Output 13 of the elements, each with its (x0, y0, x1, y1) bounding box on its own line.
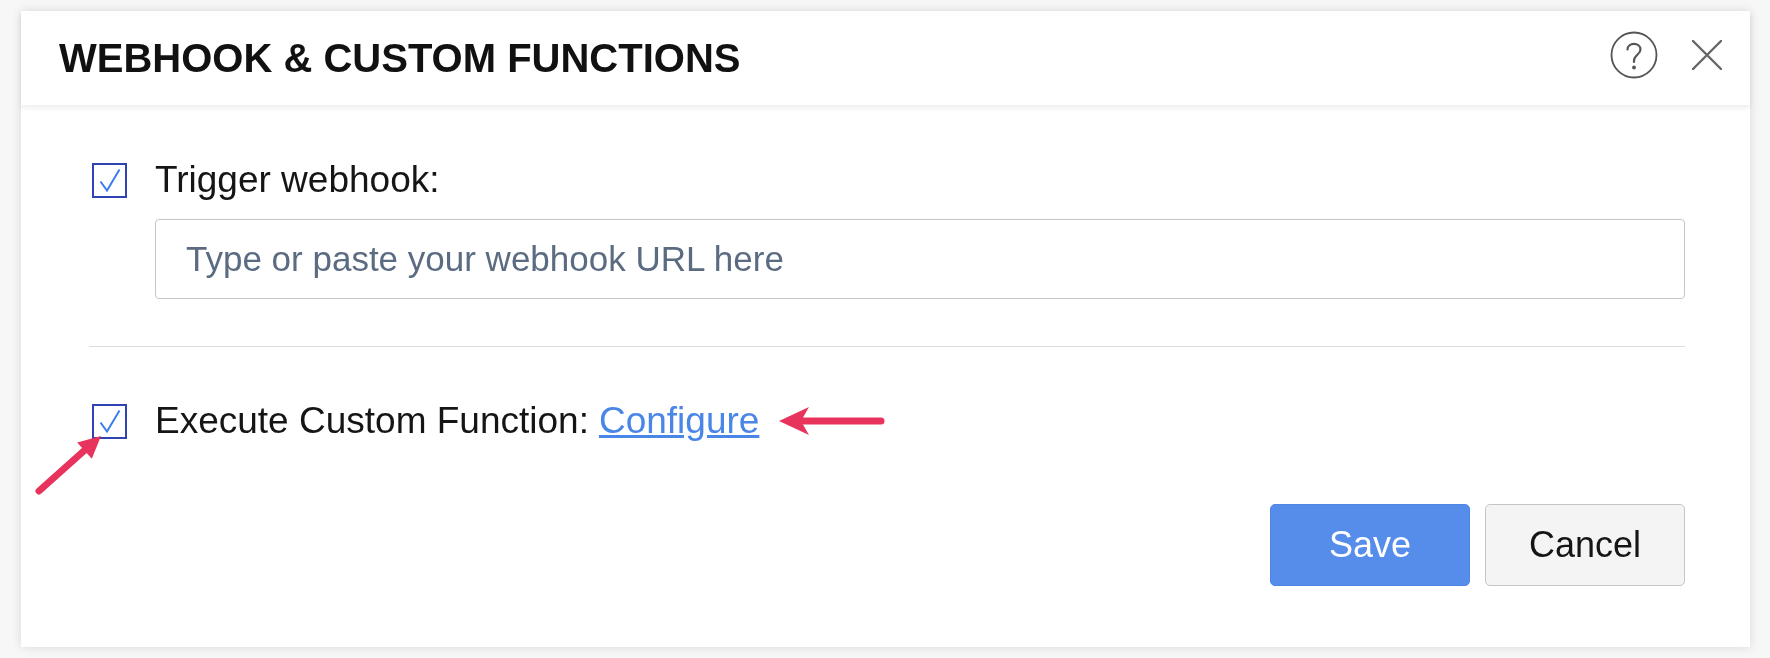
webhook-url-field[interactable]: Type or paste your webhook URL here (155, 219, 1685, 299)
checkbox[interactable] (92, 162, 127, 198)
check-icon (98, 168, 121, 192)
cancel-button[interactable]: Cancel (1485, 504, 1685, 586)
help-icon[interactable] (1610, 31, 1658, 79)
save-button[interactable]: Save (1270, 504, 1470, 586)
checkbox[interactable] (92, 403, 127, 439)
check-icon (98, 409, 121, 433)
dialog-title: WEBHOOK & CUSTOM FUNCTIONS (59, 35, 741, 81)
configure-link[interactable]: Configure (598, 400, 760, 442)
option-label: Execute Custom Function: (155, 400, 589, 442)
option-label: Trigger webhook: (155, 159, 440, 201)
close-icon[interactable] (1692, 40, 1722, 70)
